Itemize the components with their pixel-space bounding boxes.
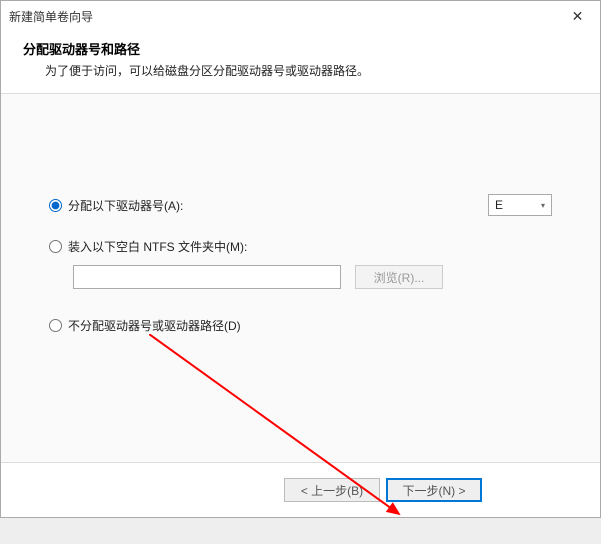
browse-button[interactable]: 浏览(R)... bbox=[355, 265, 443, 289]
chevron-down-icon: ▾ bbox=[541, 201, 545, 210]
mount-path-input[interactable] bbox=[73, 265, 341, 289]
label-assign-letter: 分配以下驱动器号(A): bbox=[68, 197, 488, 214]
radio-mount-ntfs[interactable] bbox=[49, 240, 62, 253]
back-button[interactable]: < 上一步(B) bbox=[284, 478, 380, 502]
option-mount-ntfs-row: 装入以下空白 NTFS 文件夹中(M): bbox=[49, 238, 552, 255]
wizard-window: 新建简单卷向导 ✕ 分配驱动器号和路径 为了便于访问，可以给磁盘分区分配驱动器号… bbox=[0, 0, 601, 518]
drive-letter-value: E bbox=[495, 198, 503, 212]
page-subtitle: 为了便于访问，可以给磁盘分区分配驱动器号或驱动器路径。 bbox=[23, 62, 578, 79]
close-icon: ✕ bbox=[572, 8, 584, 25]
option-assign-letter-row: 分配以下驱动器号(A): E ▾ bbox=[49, 194, 552, 216]
mount-path-row: 浏览(R)... bbox=[73, 265, 552, 289]
wizard-footer: < 上一步(B) 下一步(N) > 取消 bbox=[1, 463, 600, 517]
option-no-assign-row: 不分配驱动器号或驱动器路径(D) bbox=[49, 317, 552, 334]
label-mount-ntfs: 装入以下空白 NTFS 文件夹中(M): bbox=[68, 238, 552, 255]
radio-assign-letter[interactable] bbox=[49, 199, 62, 212]
close-button[interactable]: ✕ bbox=[555, 1, 600, 31]
window-title: 新建简单卷向导 bbox=[9, 8, 93, 25]
page-title: 分配驱动器号和路径 bbox=[23, 39, 578, 58]
title-bar: 新建简单卷向导 ✕ bbox=[1, 1, 600, 31]
drive-letter-select[interactable]: E ▾ bbox=[488, 194, 552, 216]
wizard-header: 分配驱动器号和路径 为了便于访问，可以给磁盘分区分配驱动器号或驱动器路径。 bbox=[1, 31, 600, 93]
wizard-body: 分配以下驱动器号(A): E ▾ 装入以下空白 NTFS 文件夹中(M): 浏览… bbox=[1, 93, 600, 463]
next-button[interactable]: 下一步(N) > bbox=[386, 478, 482, 502]
radio-no-assign[interactable] bbox=[49, 319, 62, 332]
label-no-assign: 不分配驱动器号或驱动器路径(D) bbox=[68, 317, 552, 334]
